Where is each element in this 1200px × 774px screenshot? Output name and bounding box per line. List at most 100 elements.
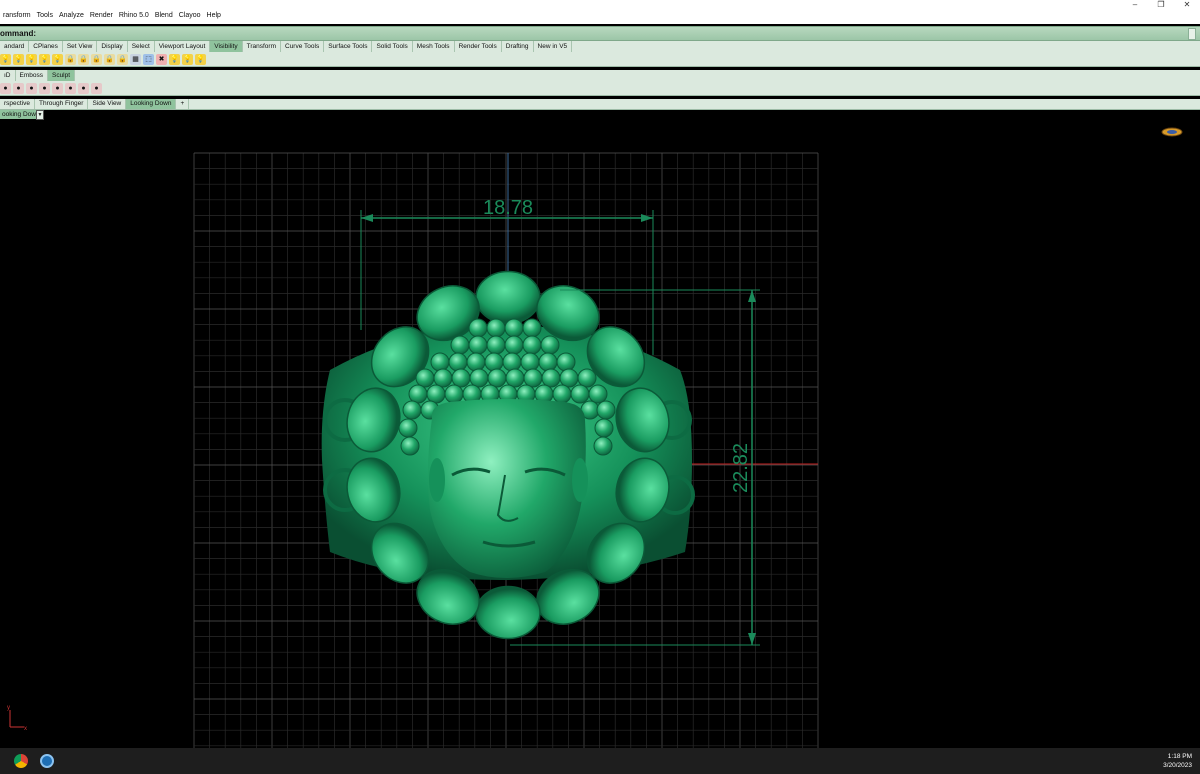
lock-icon[interactable]: 🔒: [104, 53, 115, 65]
hair-curl: [505, 368, 525, 388]
sculpt-tool-icon[interactable]: ●: [91, 82, 102, 94]
hair-curl: [400, 436, 420, 456]
toolbar-tab[interactable]: Surface Tools: [324, 41, 373, 52]
clock-time: 1:18 PM: [1167, 753, 1192, 760]
menu-item[interactable]: Render: [87, 11, 116, 21]
hair-curl: [559, 368, 579, 388]
toolbar-tab[interactable]: Mesh Tools: [413, 41, 455, 52]
hair-curl: [552, 384, 572, 404]
menu-item[interactable]: Analyze: [56, 11, 87, 21]
app-icon[interactable]: [40, 754, 54, 768]
toolbar-tab[interactable]: Curve Tools: [281, 41, 325, 52]
toolbar-tab[interactable]: Drafting: [502, 41, 534, 52]
menu-item[interactable]: Tools: [34, 11, 56, 21]
command-scroll[interactable]: [1188, 28, 1196, 40]
hair-curl: [450, 335, 470, 355]
lightbulb-icon[interactable]: 💡: [13, 53, 24, 65]
hair-curl: [402, 400, 422, 420]
restore-button[interactable]: ❐: [1148, 0, 1174, 10]
hair-curl: [594, 418, 614, 438]
buddha-face: [427, 399, 586, 578]
hair-curl: [522, 335, 542, 355]
lock-icon[interactable]: 🔒: [65, 53, 76, 65]
sculpt-tool-icon[interactable]: ●: [39, 82, 50, 94]
lightbulb-icon[interactable]: 💡: [182, 53, 193, 65]
sculpt-tool-icon[interactable]: ●: [26, 82, 37, 94]
viewport-tab[interactable]: Looking Down: [126, 99, 177, 109]
hair-curl: [577, 368, 597, 388]
right-ear: [572, 458, 588, 502]
delete-icon[interactable]: ✖: [156, 53, 167, 65]
lock-icon[interactable]: 🔒: [117, 53, 128, 65]
viewport-menu-button[interactable]: ▼: [36, 110, 44, 120]
hair-curl: [523, 368, 543, 388]
hair-curl: [486, 335, 506, 355]
height-dimension-label: 22.82: [730, 443, 752, 493]
plugin-tab[interactable]: ıD: [0, 70, 16, 81]
lightbulb-icon[interactable]: 💡: [169, 53, 180, 65]
lock-icon[interactable]: 🔒: [91, 53, 102, 65]
toolbar-tab[interactable]: Transform: [243, 41, 281, 52]
sculpt-tool-icon[interactable]: ●: [52, 82, 63, 94]
sculpt-tool-icon[interactable]: ●: [13, 82, 24, 94]
select-icon[interactable]: ⬚: [143, 53, 154, 65]
hair-curl: [398, 418, 418, 438]
toolbar-tab[interactable]: New in V5: [534, 41, 573, 52]
menu-item[interactable]: Help: [204, 11, 224, 21]
hair-curl: [468, 318, 488, 338]
sculpt-tool-icon[interactable]: ●: [78, 82, 89, 94]
plugin-tab[interactable]: Emboss: [16, 70, 48, 81]
toolbar-tab[interactable]: Select: [128, 41, 155, 52]
chrome-icon[interactable]: [14, 754, 28, 768]
lightbulb-icon[interactable]: 💡: [39, 53, 50, 65]
plugin-tab[interactable]: Sculpt: [47, 70, 76, 81]
system-clock[interactable]: 1:18 PM 3/20/2023: [1163, 752, 1192, 770]
hair-curl: [504, 335, 524, 355]
hair-curl: [540, 335, 560, 355]
lightbulb-icon[interactable]: 💡: [52, 53, 63, 65]
sculpt-tool-icon[interactable]: ●: [65, 82, 76, 94]
sculpt-tool-icon[interactable]: ●: [0, 82, 11, 94]
lock-icon[interactable]: 🔒: [78, 53, 89, 65]
lightbulb-icon[interactable]: 💡: [195, 53, 206, 65]
close-button[interactable]: ✕: [1174, 0, 1200, 10]
menu-item[interactable]: ransform: [0, 11, 34, 21]
toolbar-tab[interactable]: andard: [0, 41, 30, 52]
plugin-icons: ● ● ● ● ● ● ● ●: [0, 81, 1200, 96]
toolbar-tab[interactable]: Solid Tools: [372, 41, 413, 52]
toolbar-tab[interactable]: Set View: [63, 41, 98, 52]
toolbar-tab[interactable]: Viewport Layout: [155, 41, 211, 52]
viewport-tab[interactable]: rspective: [0, 99, 36, 109]
hair-curl: [415, 368, 435, 388]
viewport[interactable]: 18.78 22.82 x y ooking Down ▼: [0, 110, 1200, 748]
lightbulb-icon[interactable]: 💡: [26, 53, 37, 65]
hair-curl: [538, 352, 558, 372]
toolbar-tab[interactable]: Display: [97, 41, 128, 52]
minimize-button[interactable]: –: [1122, 0, 1148, 10]
axis-y-label: y: [7, 705, 10, 711]
command-line[interactable]: ommand:: [0, 26, 1200, 41]
toolbar-tab[interactable]: Visibility: [210, 41, 243, 52]
navigation-widget-icon[interactable]: [1161, 127, 1183, 137]
hair-curl: [588, 384, 608, 404]
hair-curl: [433, 368, 453, 388]
ring-model[interactable]: [321, 270, 695, 640]
viewport-canvas[interactable]: 18.78 22.82 x y: [0, 110, 1200, 748]
toolbar-tab[interactable]: Render Tools: [455, 41, 502, 52]
hair-curl: [596, 400, 616, 420]
hair-curl: [408, 384, 428, 404]
hair-curl: [466, 352, 486, 372]
command-prompt: ommand:: [0, 29, 36, 38]
menu-list: ransform Tools Analyze Render Rhino 5.0 Blend…: [0, 11, 224, 21]
toolbar-tab[interactable]: CPlanes: [29, 41, 63, 52]
menu-item[interactable]: Clayoo: [176, 11, 204, 21]
viewport-tab[interactable]: +: [176, 99, 190, 109]
viewport-tab[interactable]: Side View: [88, 99, 127, 109]
menu-item[interactable]: Rhino 5.0: [116, 11, 152, 21]
hair-curl: [430, 352, 450, 372]
grid-icon[interactable]: ▦: [130, 53, 141, 65]
viewport-tab[interactable]: Through Finger: [35, 99, 89, 109]
menu-item[interactable]: Blend: [152, 11, 176, 21]
lightbulb-icon[interactable]: 💡: [0, 53, 11, 65]
hair-curl: [520, 352, 540, 372]
